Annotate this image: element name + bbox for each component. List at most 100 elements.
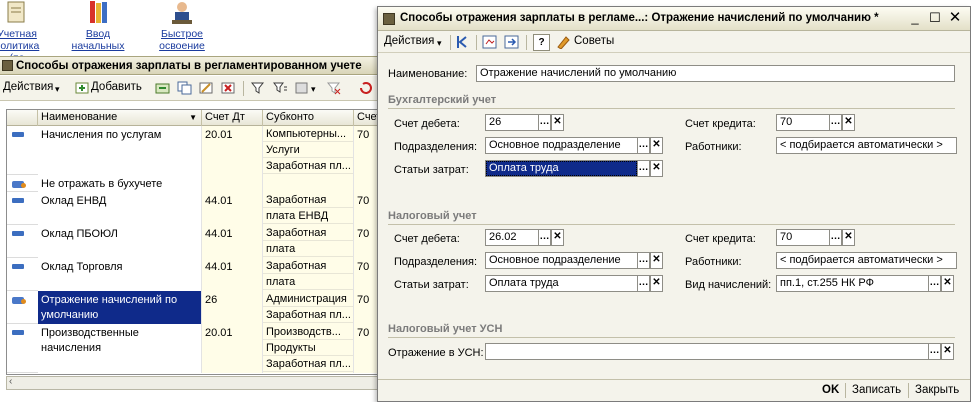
tax-kind-input[interactable]: пп.1, ст.255 НК РФ — [776, 275, 929, 292]
cell-name: Оклад ЕНВД — [38, 192, 202, 225]
table-row[interactable]: Оклад Торговля 44.01 70 Заработная плата — [7, 258, 379, 291]
accounting-credit-label: Счет кредита: — [685, 118, 756, 130]
structure-icon[interactable] — [482, 35, 498, 49]
cell-subconto: Заработная плата ЕНВД — [263, 192, 354, 225]
accounting-dept-input[interactable]: Основное подразделение — [485, 137, 638, 154]
accounting-cost-select-icon[interactable]: … — [637, 160, 650, 177]
initial-input-button[interactable]: Ввод начальных — [70, 0, 126, 52]
usn-section-header: Налоговый учет УСН — [388, 323, 503, 335]
tax-dept-input[interactable]: Основное подразделение — [485, 252, 638, 269]
cell-debit: 44.01 — [202, 225, 263, 258]
accounting-cost-input[interactable]: Оплата труда — [485, 160, 638, 177]
accounting-dept-select-icon[interactable]: … — [637, 137, 650, 154]
section-divider — [388, 337, 955, 338]
usn-select-icon[interactable]: … — [928, 343, 941, 360]
tax-debit-select-icon[interactable]: … — [538, 229, 551, 246]
quick-start-button[interactable]: Быстрое освоение — [150, 0, 214, 52]
copy-icon[interactable] — [177, 81, 193, 95]
section-divider — [388, 108, 955, 109]
accounting-debit-input[interactable]: 26 — [485, 114, 539, 131]
tax-dept-select-icon[interactable]: … — [637, 252, 650, 269]
maximize-icon[interactable]: ☐ — [928, 11, 942, 25]
tax-credit-input[interactable]: 70 — [776, 229, 830, 246]
cell-subconto: Компьютерны... Услуги Заработная пл... — [263, 126, 354, 175]
usn-input[interactable] — [485, 343, 929, 360]
column-header-subconto[interactable]: Субконто — [263, 110, 354, 126]
table-row[interactable]: Не отражать в бухучете — [7, 175, 379, 192]
history-icon[interactable] — [294, 81, 310, 95]
horizontal-scrollbar[interactable]: ‹ — [6, 376, 380, 390]
add-group-icon[interactable] — [155, 81, 171, 95]
subconto-value: Услуги — [263, 142, 353, 158]
refresh-icon[interactable] — [504, 35, 520, 49]
tax-cost-clear-icon[interactable]: ✕ — [650, 275, 663, 292]
accounting-policy-button[interactable]: Учетная политика (по — [0, 0, 48, 64]
cell-name: Отражение начислений по умолчанию — [38, 291, 202, 324]
tax-kind-select-icon[interactable]: … — [928, 275, 941, 292]
delete-icon[interactable] — [221, 81, 237, 95]
column-header-debit[interactable]: Счет Дт — [202, 110, 263, 126]
tax-kind-label: Вид начислений: — [685, 279, 772, 291]
tax-cost-input[interactable]: Оплата труда — [485, 275, 638, 292]
tax-credit-clear-icon[interactable]: ✕ — [842, 229, 855, 246]
clear-filter-icon[interactable] — [326, 81, 342, 95]
subconto-value: Компьютерны... — [263, 126, 353, 142]
left-actions-menu[interactable]: Действия — [3, 81, 53, 93]
filter-icon[interactable] — [250, 81, 266, 95]
accounting-cost-clear-icon[interactable]: ✕ — [650, 160, 663, 177]
cell-name: Начисления по услугам — [38, 126, 202, 175]
tips-icon — [556, 35, 572, 50]
go-back-icon[interactable] — [456, 35, 472, 49]
table-row[interactable]: Оклад ПБОЮЛ 44.01 70 Заработная плата — [7, 225, 379, 258]
save-button[interactable]: Записать — [852, 384, 901, 396]
minimize-icon[interactable]: _ — [908, 11, 922, 25]
tax-dept-clear-icon[interactable]: ✕ — [650, 252, 663, 269]
accounting-section-header: Бухгалтерский учет — [388, 94, 497, 106]
accounting-dept-label: Подразделения: — [394, 141, 478, 153]
close-icon[interactable]: ✕ — [948, 10, 962, 25]
usn-clear-icon[interactable]: ✕ — [941, 343, 954, 360]
add-icon — [75, 81, 91, 95]
filter-list-icon[interactable] — [272, 81, 288, 95]
accounting-debit-clear-icon[interactable]: ✕ — [551, 114, 564, 131]
add-button[interactable]: Добавить — [91, 81, 142, 93]
accounting-credit-input[interactable]: 70 — [776, 114, 830, 131]
accounting-credit-select-icon[interactable]: … — [829, 114, 842, 131]
tax-workers-label: Работники: — [685, 256, 742, 268]
toolbar-separator — [243, 81, 244, 96]
cell-name: Производственные начисления — [38, 324, 202, 373]
help-icon[interactable]: ? — [533, 34, 550, 51]
accounting-workers-input[interactable]: < подбирается автоматически > — [776, 137, 957, 154]
edit-icon[interactable] — [199, 81, 215, 95]
subconto-value: плата — [263, 274, 353, 290]
refresh-icon[interactable] — [358, 81, 374, 95]
table-row[interactable]: Оклад ЕНВД 44.01 70 Заработная плата ЕНВД — [7, 192, 379, 225]
ok-button[interactable]: OK — [822, 384, 839, 396]
tips-button[interactable]: Советы — [574, 35, 614, 47]
cell-subconto: Производств... Продукты Заработная пл... — [263, 324, 354, 373]
subconto-value: Заработная — [263, 225, 353, 241]
accounting-dept-clear-icon[interactable]: ✕ — [650, 137, 663, 154]
accounting-credit-clear-icon[interactable]: ✕ — [842, 114, 855, 131]
tax-workers-input[interactable]: < подбирается автоматически > — [776, 252, 957, 269]
tax-cost-select-icon[interactable]: … — [637, 275, 650, 292]
table-row[interactable]: Производственные начисления 20.01 70 Произв… — [7, 324, 379, 373]
tax-debit-label: Счет дебета: — [394, 233, 460, 245]
close-button[interactable]: Закрыть — [915, 384, 959, 396]
tax-debit-clear-icon[interactable]: ✕ — [551, 229, 564, 246]
table-row[interactable]: Начисления по услугам 20.01 70 Компьютерны.… — [7, 126, 379, 175]
name-input[interactable]: Отражение начислений по умолчанию — [476, 65, 955, 82]
name-label: Наименование: — [388, 68, 468, 80]
scroll-left-icon[interactable]: ‹ — [9, 376, 12, 387]
tax-kind-clear-icon[interactable]: ✕ — [941, 275, 954, 292]
column-header-name[interactable]: Наименование ▼ — [38, 110, 202, 126]
tax-credit-select-icon[interactable]: … — [829, 229, 842, 246]
row-type-icon — [12, 198, 24, 203]
table-row[interactable]: Отражение начислений по умолчанию 26 70 Адм… — [7, 291, 379, 324]
dialog-actions-menu[interactable]: Действия — [384, 35, 434, 47]
accounting-debit-select-icon[interactable]: … — [538, 114, 551, 131]
window-icon — [2, 60, 13, 71]
tax-debit-input[interactable]: 26.02 — [485, 229, 539, 246]
cell-name: Оклад Торговля — [38, 258, 202, 291]
row-type-icon — [12, 330, 24, 335]
